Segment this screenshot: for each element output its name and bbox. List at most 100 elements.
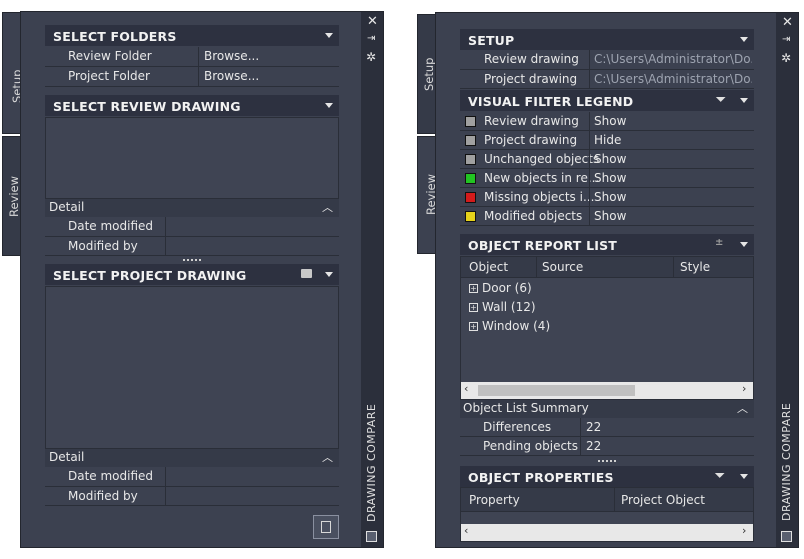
legend-visibility-value[interactable]: Show: [594, 190, 626, 204]
report-header[interactable]: OBJECT REPORT LIST ±: [460, 234, 754, 255]
column-source[interactable]: Source: [542, 260, 583, 274]
review-drawing-list[interactable]: [45, 117, 339, 199]
review-folder-row[interactable]: Review Folder Browse...: [45, 47, 339, 67]
right-tab-setup[interactable]: Setup: [417, 14, 437, 134]
chevron-down-icon[interactable]: [325, 103, 333, 108]
right-tab-setup-label: Setup: [422, 57, 436, 91]
horizontal-scrollbar[interactable]: ‹ ›: [461, 382, 753, 399]
item-wall[interactable]: Wall (12): [482, 300, 536, 314]
scroll-thumb[interactable]: [478, 385, 635, 396]
splitter-grip[interactable]: [598, 460, 616, 464]
column-property[interactable]: Property: [469, 493, 520, 507]
properties-title: OBJECT PROPERTIES: [468, 470, 614, 485]
legend-header[interactable]: VISUAL FILTER LEGEND ⏷: [460, 90, 754, 111]
close-icon[interactable]: ✕: [782, 15, 793, 30]
chevron-down-icon[interactable]: [325, 272, 333, 277]
setup-review-path[interactable]: C:\Users\Administrator\Do...: [594, 52, 752, 66]
project-modified-by-row: Modified by: [45, 487, 339, 506]
right-title-bar[interactable]: ✕ ⇥ ✲ DRAWING COMPARE: [776, 13, 798, 547]
scroll-right-icon[interactable]: ›: [742, 382, 746, 395]
list-item[interactable]: + Door (6): [461, 279, 753, 298]
select-review-header[interactable]: SELECT REVIEW DRAWING: [45, 95, 339, 116]
properties-icon[interactable]: ✲: [366, 50, 376, 64]
setup-project-label: Project drawing: [484, 72, 578, 86]
properties-scrollbar[interactable]: ‹ ›: [461, 524, 753, 541]
chevron-up-icon[interactable]: ︿: [322, 449, 333, 465]
legend-label: Unchanged objects: [484, 152, 600, 166]
project-folder-browse[interactable]: Browse...: [204, 69, 259, 83]
chevron-down-icon[interactable]: [325, 33, 333, 38]
expand-icon[interactable]: +: [469, 322, 478, 331]
item-door[interactable]: Door (6): [482, 281, 532, 295]
project-folder-row[interactable]: Project Folder Browse...: [45, 67, 339, 87]
compare-button[interactable]: [313, 515, 339, 539]
expand-icon[interactable]: +: [469, 284, 478, 293]
setup-review-label: Review drawing: [484, 52, 579, 66]
properties-header[interactable]: OBJECT PROPERTIES ⏷: [460, 466, 754, 487]
select-folders-title: SELECT FOLDERS: [53, 29, 177, 44]
expand-collapse-icon[interactable]: ±: [715, 237, 724, 248]
legend-label: Review drawing: [484, 114, 579, 128]
legend-row[interactable]: Unchanged objects Show: [460, 150, 754, 169]
setup-project-row[interactable]: Project drawing C:\Users\Administrator\D…: [460, 70, 754, 89]
splitter-grip[interactable]: [183, 259, 201, 263]
report-list[interactable]: Object Source Style + Door (6) + Wall (1…: [460, 256, 754, 400]
legend-visibility-value[interactable]: Hide: [594, 133, 621, 147]
expand-icon[interactable]: +: [469, 303, 478, 312]
properties-icon[interactable]: ✲: [781, 51, 791, 65]
setup-project-path[interactable]: C:\Users\Administrator\Do...: [594, 72, 752, 86]
summary-header[interactable]: Object List Summary ︿: [460, 400, 754, 418]
scroll-left-icon[interactable]: ‹: [464, 524, 468, 537]
column-style[interactable]: Style: [680, 260, 710, 274]
close-icon[interactable]: ✕: [367, 14, 378, 29]
summary-title: Object List Summary: [463, 401, 589, 415]
item-window[interactable]: Window (4): [482, 319, 550, 333]
column-object[interactable]: Object: [469, 260, 508, 274]
list-item[interactable]: + Wall (12): [461, 298, 753, 317]
legend-visibility-value[interactable]: Show: [594, 152, 626, 166]
left-title-bar[interactable]: ✕ ⇥ ✲ DRAWING COMPARE: [361, 12, 383, 547]
legend-visibility-value[interactable]: Show: [594, 171, 626, 185]
right-palette: ✕ ⇥ ✲ DRAWING COMPARE SETUP Review drawi…: [435, 12, 799, 548]
color-swatch-icon: [465, 211, 476, 222]
legend-row[interactable]: Project drawing Hide: [460, 131, 754, 150]
setup-title: SETUP: [468, 33, 515, 48]
legend-visibility-value[interactable]: Show: [594, 209, 626, 223]
auto-hide-icon[interactable]: ⇥: [367, 33, 375, 44]
project-detail-header[interactable]: Detail ︿: [45, 449, 339, 467]
select-folders-header[interactable]: SELECT FOLDERS: [45, 25, 339, 46]
chevron-down-icon[interactable]: [740, 98, 748, 103]
project-drawing-list[interactable]: [45, 286, 339, 449]
properties-list[interactable]: Property Project Object ‹ ›: [460, 487, 754, 542]
legend-row[interactable]: Missing objects i... Show: [460, 188, 754, 207]
summary-pending-row: Pending objects 22: [460, 437, 754, 456]
setup-review-row[interactable]: Review drawing C:\Users\Administrator\Do…: [460, 50, 754, 70]
setup-header[interactable]: SETUP: [460, 29, 754, 50]
legend-row[interactable]: Review drawing Show: [460, 112, 754, 131]
scroll-left-icon[interactable]: ‹: [464, 382, 468, 395]
legend-row[interactable]: Modified objects Show: [460, 207, 754, 226]
scroll-right-icon[interactable]: ›: [742, 524, 746, 537]
project-date-modified-row: Date modified: [45, 467, 339, 487]
report-title: OBJECT REPORT LIST: [468, 238, 618, 253]
chevron-up-icon[interactable]: ︿: [737, 400, 748, 416]
color-swatch-icon: [465, 192, 476, 203]
chevron-down-icon[interactable]: [740, 474, 748, 479]
list-item[interactable]: + Window (4): [461, 317, 753, 336]
chevron-down-icon[interactable]: [740, 37, 748, 42]
legend-row[interactable]: New objects in re... Show: [460, 169, 754, 188]
pending-label: Pending objects: [483, 439, 579, 453]
review-detail-header[interactable]: Detail ︿: [45, 199, 339, 217]
folder-icon[interactable]: [301, 269, 312, 278]
review-folder-browse[interactable]: Browse...: [204, 49, 259, 63]
column-project-object[interactable]: Project Object: [621, 493, 705, 507]
chevron-up-icon[interactable]: ︿: [322, 199, 333, 215]
chevron-down-icon[interactable]: [740, 242, 748, 247]
color-swatch-icon: [465, 135, 476, 146]
filter-edit-icon[interactable]: ⏷: [716, 92, 726, 107]
auto-hide-icon[interactable]: ⇥: [782, 34, 790, 45]
tab-review[interactable]: Review: [2, 136, 22, 256]
legend-visibility-value[interactable]: Show: [594, 114, 626, 128]
filter-icon[interactable]: ⏷: [715, 468, 725, 483]
select-project-header[interactable]: SELECT PROJECT DRAWING: [45, 264, 339, 285]
